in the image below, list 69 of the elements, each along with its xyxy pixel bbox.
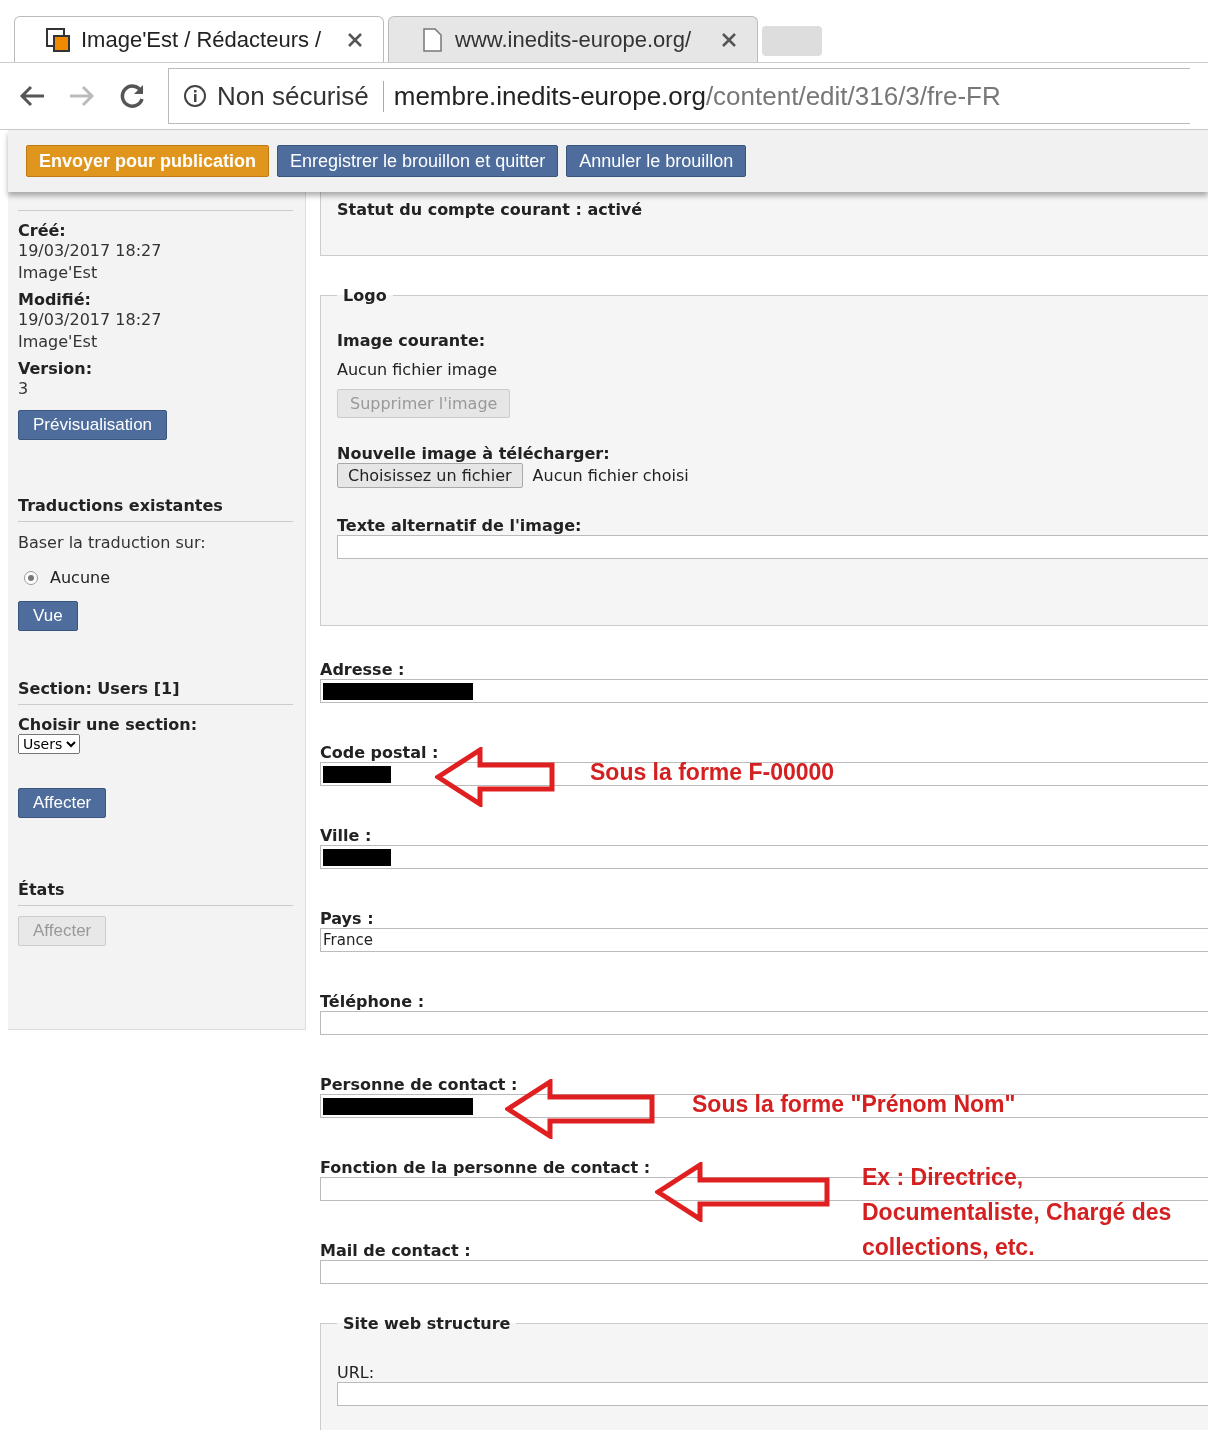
info-value: 19/03/2017 18:27 [18, 309, 163, 331]
annotation-text: Sous la forme "Prénom Nom" [692, 1090, 1017, 1119]
info-label: Créé: [18, 221, 67, 240]
info-label: Modifié: [18, 290, 92, 309]
toolbar-button[interactable]: Enregistrer le brouillon et quitter [277, 145, 559, 177]
info-value: Image'Est [18, 331, 99, 353]
field-label: Image courante: [337, 331, 487, 350]
tab-title: www.inedits-europe.org/ [455, 26, 692, 53]
input-field[interactable] [337, 1382, 1208, 1406]
section-heading: Section: Users [1] [18, 679, 293, 705]
info-icon[interactable] [183, 84, 207, 108]
field-label: Téléphone : [320, 992, 425, 1011]
arrow-icon [435, 747, 555, 807]
input-field[interactable] [320, 679, 1208, 703]
input-field[interactable] [320, 762, 1208, 786]
annotation-text: Sous la forme F-00000 [590, 758, 836, 787]
field-label: Adresse : [320, 660, 405, 679]
base-label: Baser la traduction sur: [18, 532, 207, 554]
tab-title: Image'Est / Rédacteurs / [81, 26, 323, 53]
reload-icon[interactable] [118, 82, 146, 110]
window-icon [45, 26, 71, 53]
input-field[interactable]: France [320, 928, 1208, 952]
current-image-text: Aucun fichier image [337, 360, 499, 379]
close-icon[interactable] [347, 31, 363, 48]
input-field[interactable] [320, 1094, 1208, 1118]
address-bar[interactable]: Non sécurisé membre.inedits-europe.org/content/edit/316/3/fre-FR [168, 68, 1190, 124]
section-heading: États [18, 880, 293, 906]
info-label: Version: [18, 359, 94, 378]
fieldset-legend: Site web structure [337, 1314, 517, 1333]
field-label: Nouvelle image à télécharger: [337, 444, 611, 463]
browser-tab[interactable]: Image'Est / Rédacteurs / [14, 16, 384, 62]
info-value: 19/03/2017 18:27 [18, 240, 163, 262]
field-label: Fonction de la personne de contact : [320, 1158, 651, 1177]
field-label: Ville : [320, 826, 372, 845]
field-label: URL: [337, 1363, 376, 1382]
input-field[interactable] [320, 1011, 1208, 1035]
input-field[interactable] [320, 1260, 1208, 1284]
info-value: 3 [18, 378, 30, 400]
preview-button[interactable]: Prévisualisation [18, 410, 168, 440]
arrow-icon [505, 1079, 655, 1139]
field-label: Code postal : [320, 743, 439, 762]
url-text: membre.inedits-europe.org/content/edit/316/3/fre-FR [393, 80, 1001, 112]
field-label: Personne de contact : [320, 1075, 518, 1094]
annotation-text: Ex : Directrice, Documentaliste, Chargé des collections, etc. [862, 1163, 1173, 1262]
no-file-text: Aucun fichier choisi [532, 466, 689, 485]
security-label: Non sécurisé [217, 80, 384, 112]
redaction-bar [323, 765, 391, 783]
close-icon[interactable] [721, 31, 737, 48]
view-button[interactable]: Vue [18, 601, 78, 631]
info-value: Image'Est [18, 262, 99, 284]
field-label: Mail de contact : [320, 1241, 471, 1260]
choose-label: Choisir une section: [18, 715, 199, 734]
radio-button[interactable] [24, 570, 38, 585]
affecter-button[interactable]: Affecter [18, 788, 107, 818]
input-field[interactable] [320, 845, 1208, 869]
field-label: Pays : [320, 909, 374, 928]
radio-label: Aucune [50, 568, 110, 587]
choose-file-button[interactable]: Choisissez un fichier [337, 463, 523, 488]
status-text: Statut du compte courant : activé [337, 200, 643, 219]
field-label: Texte alternatif de l'image: [337, 516, 583, 535]
fieldset-legend: Logo [337, 286, 393, 305]
section-select[interactable]: Users [18, 734, 80, 754]
toolbar-button[interactable]: Annuler le brouillon [566, 145, 747, 177]
arrow-icon [655, 1162, 830, 1222]
section-heading: Traductions existantes [18, 496, 293, 522]
browser-tab[interactable]: www.inedits-europe.org/ [388, 16, 758, 62]
redaction-bar [323, 848, 391, 866]
back-icon[interactable] [18, 84, 46, 108]
input-field[interactable] [337, 535, 1208, 559]
